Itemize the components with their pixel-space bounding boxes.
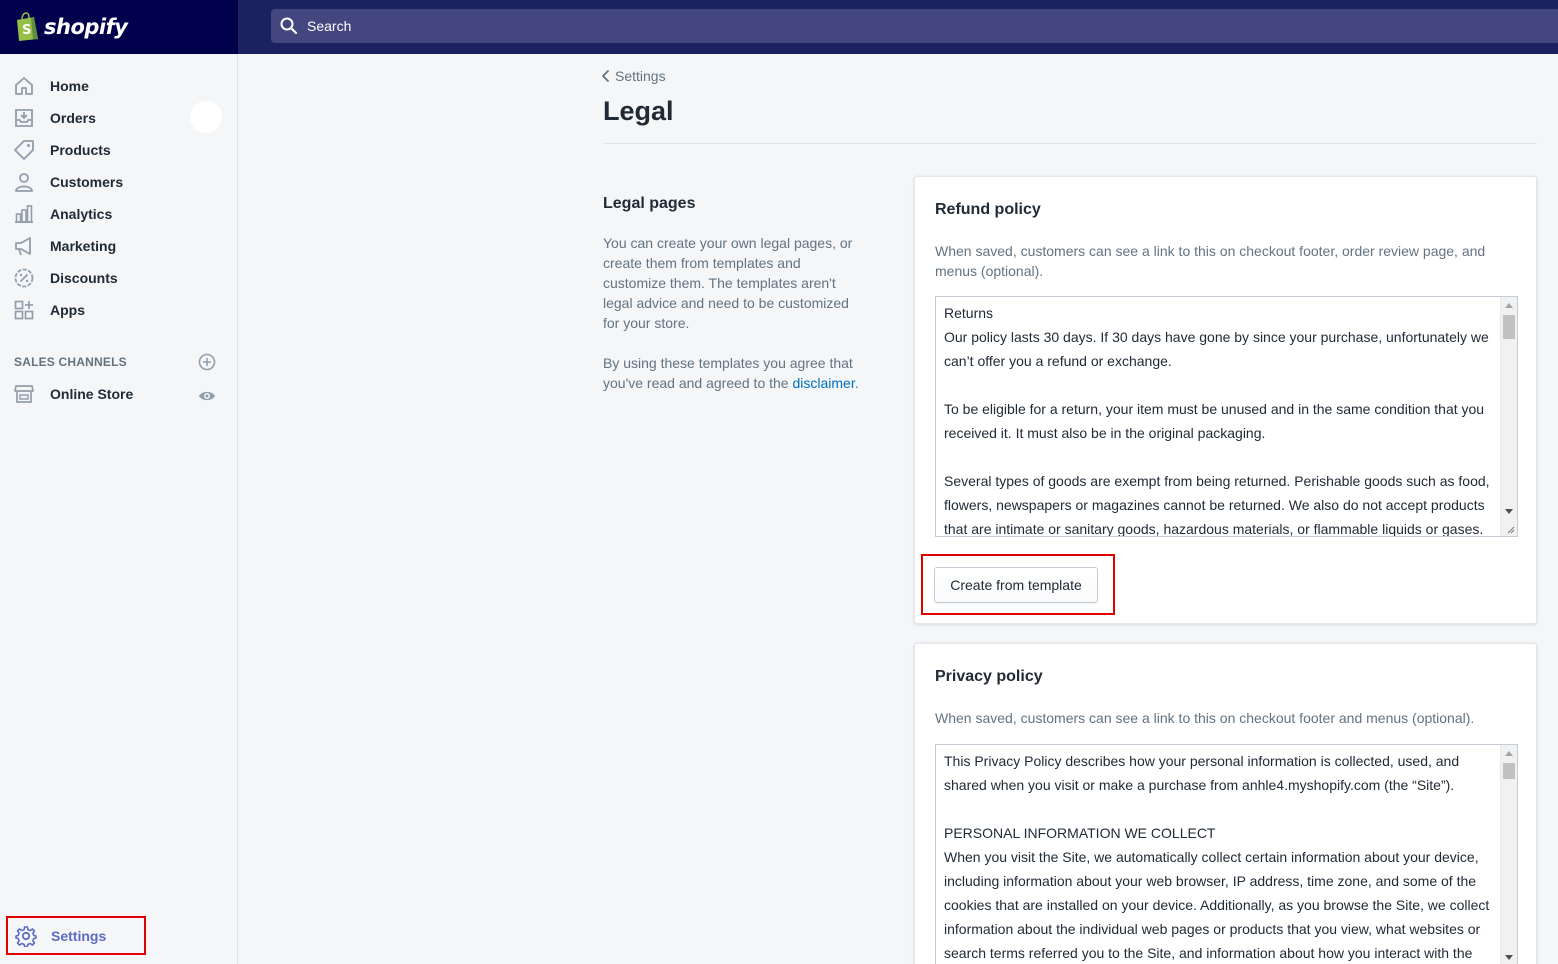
scroll-down-arrow-icon[interactable] bbox=[1505, 955, 1513, 960]
privacy-policy-card: Privacy policy When saved, customers can… bbox=[914, 643, 1537, 964]
top-bar: S shopify bbox=[0, 0, 1558, 54]
brand-name: shopify bbox=[44, 15, 128, 39]
apps-icon bbox=[14, 300, 34, 320]
sidebar-item-settings[interactable]: Settings bbox=[6, 916, 146, 955]
tag-icon bbox=[14, 140, 34, 160]
gear-icon bbox=[15, 925, 37, 947]
breadcrumb-label: Settings bbox=[615, 68, 666, 84]
legal-pages-description: You can create your own legal pages, or … bbox=[603, 235, 853, 331]
sidebar-item-label: Online Store bbox=[50, 386, 134, 402]
shopify-logo[interactable]: S shopify bbox=[0, 0, 238, 54]
header-divider bbox=[603, 143, 1537, 144]
privacy-policy-textarea[interactable]: This Privacy Policy describes how your p… bbox=[935, 744, 1518, 964]
refund-policy-scrollbar[interactable] bbox=[1500, 297, 1517, 536]
megaphone-icon bbox=[15, 237, 31, 256]
sales-channels-header: SALES CHANNELS bbox=[14, 355, 127, 369]
breadcrumb[interactable]: Settings bbox=[600, 68, 666, 84]
sidebar-item-label: Products bbox=[50, 142, 111, 158]
sidebar-item-label: Orders bbox=[50, 110, 96, 126]
sidebar-item-customers[interactable]: Customers bbox=[0, 166, 237, 198]
scroll-down-arrow-icon[interactable] bbox=[1505, 509, 1513, 514]
svg-text:S: S bbox=[22, 23, 31, 38]
sidebar-item-discounts[interactable]: Discounts bbox=[0, 262, 237, 294]
scroll-up-arrow-icon[interactable] bbox=[1505, 751, 1513, 756]
refund-policy-help: When saved, customers can see a link to … bbox=[935, 243, 1486, 279]
privacy-policy-scrollbar[interactable] bbox=[1500, 745, 1517, 964]
search-input[interactable] bbox=[307, 18, 707, 34]
disclaimer-link[interactable]: disclaimer bbox=[792, 375, 854, 391]
sidebar-item-products[interactable]: Products bbox=[0, 134, 237, 166]
orders-count-badge bbox=[190, 101, 222, 133]
scroll-thumb[interactable] bbox=[1503, 763, 1515, 779]
sidebar-item-label: Marketing bbox=[50, 238, 117, 254]
sidebar: Home Orders Products Customers Analytics… bbox=[0, 54, 238, 964]
discount-icon bbox=[14, 268, 34, 288]
privacy-policy-help: When saved, customers can see a link to … bbox=[935, 710, 1475, 726]
search-icon bbox=[280, 17, 298, 35]
person-icon bbox=[15, 173, 33, 192]
sidebar-item-marketing[interactable]: Marketing bbox=[0, 230, 237, 262]
sidebar-item-apps[interactable]: Apps bbox=[0, 294, 237, 326]
eye-icon[interactable] bbox=[198, 387, 216, 405]
bar-chart-icon bbox=[15, 205, 33, 223]
sidebar-item-label: Discounts bbox=[50, 270, 118, 286]
sidebar-item-home[interactable]: Home bbox=[0, 70, 237, 102]
orders-icon bbox=[15, 109, 33, 127]
create-from-template-button[interactable]: Create from template bbox=[934, 567, 1098, 603]
sidebar-item-label: Home bbox=[50, 78, 89, 94]
sidebar-item-analytics[interactable]: Analytics bbox=[0, 198, 237, 230]
page-title: Legal bbox=[603, 96, 674, 126]
chevron-left-icon bbox=[602, 70, 609, 82]
resize-grip-icon[interactable] bbox=[1505, 524, 1515, 534]
sidebar-item-label: Settings bbox=[51, 927, 107, 944]
privacy-policy-title: Privacy policy bbox=[935, 668, 1043, 685]
refund-policy-title: Refund policy bbox=[935, 201, 1041, 218]
search-bar[interactable] bbox=[271, 9, 1558, 43]
refund-policy-content: Returns Our policy lasts 30 days. If 30 … bbox=[944, 305, 1490, 537]
legal-pages-title: Legal pages bbox=[603, 195, 696, 212]
privacy-policy-content: This Privacy Policy describes how your p… bbox=[944, 753, 1490, 961]
home-icon bbox=[15, 77, 33, 95]
refund-policy-textarea[interactable]: Returns Our policy lasts 30 days. If 30 … bbox=[935, 296, 1518, 537]
legal-pages-agreement: By using these templates you agree that … bbox=[603, 353, 863, 393]
shopify-bag-icon: S bbox=[17, 12, 38, 41]
add-circle-icon[interactable] bbox=[198, 353, 216, 371]
store-icon bbox=[14, 385, 34, 403]
scroll-thumb[interactable] bbox=[1503, 315, 1515, 339]
scroll-up-arrow-icon[interactable] bbox=[1505, 303, 1513, 308]
agreement-period: . bbox=[854, 375, 859, 391]
sidebar-item-label: Customers bbox=[50, 174, 124, 190]
sidebar-item-label: Analytics bbox=[50, 206, 113, 222]
sidebar-item-label: Apps bbox=[50, 302, 85, 318]
